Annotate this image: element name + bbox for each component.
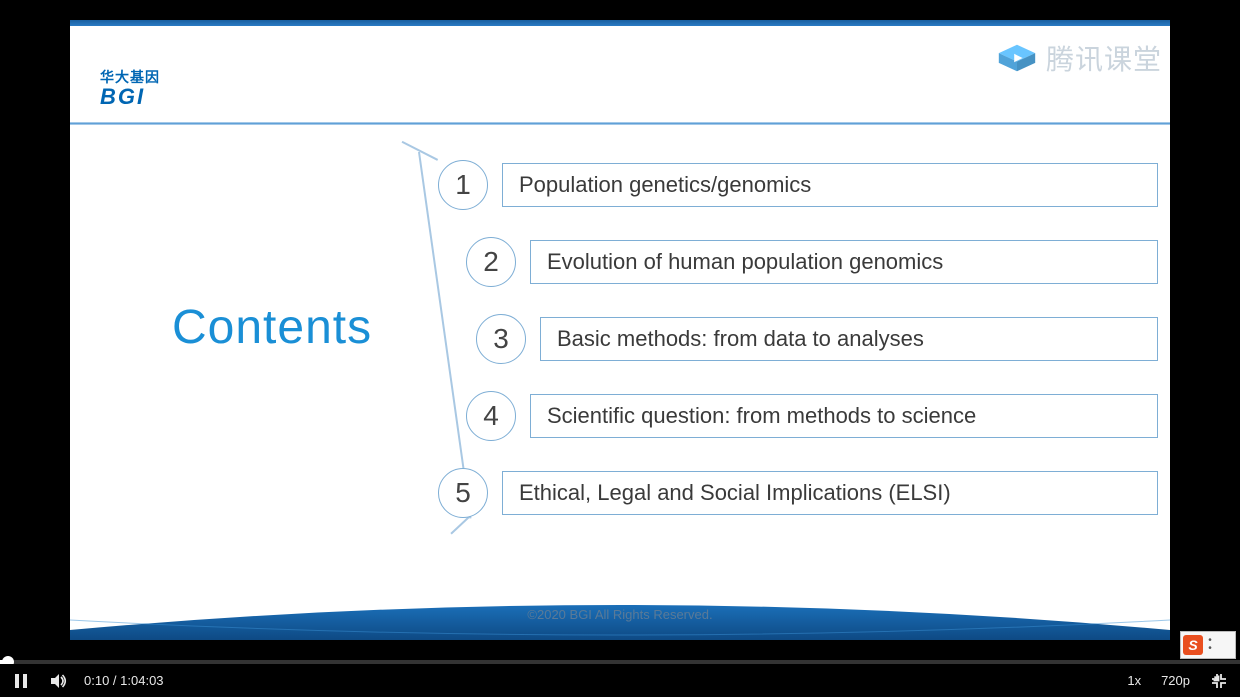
contents-item-number: 1 (438, 160, 488, 210)
video-viewport[interactable]: 华大基因 BGI 腾讯课堂 Contents 1 Population gene… (0, 0, 1240, 660)
contents-item: 5 Ethical, Legal and Social Implications… (438, 468, 1158, 518)
slide-header-divider (70, 122, 1170, 125)
slide-top-bar (70, 20, 1170, 26)
ime-badge-icon: S (1183, 635, 1203, 655)
contents-item-number: 4 (466, 391, 516, 441)
contents-item-number: 3 (476, 314, 526, 364)
time-separator: / (109, 673, 120, 688)
ime-dropdown-icon: •• (1205, 637, 1215, 653)
slide-title: Contents (172, 300, 372, 355)
fullscreen-toggle-button[interactable] (1206, 668, 1232, 694)
contents-item: 1 Population genetics/genomics (438, 160, 1158, 210)
contents-item-label: Population genetics/genomics (502, 163, 1158, 207)
contents-item-label: Evolution of human population genomics (530, 240, 1158, 284)
contents-list: 1 Population genetics/genomics 2 Evoluti… (438, 160, 1158, 545)
player-control-bar: 0:10 / 1:04:03 1x 720p (0, 664, 1240, 697)
contents-item-number: 5 (438, 468, 488, 518)
contents-item-label: Ethical, Legal and Social Implications (… (502, 471, 1158, 515)
contents-item-number: 2 (466, 237, 516, 287)
slide-copyright: ©2020 BGI All Rights Reserved. (527, 607, 712, 622)
contents-item: 2 Evolution of human population genomics (466, 237, 1158, 287)
watermark-text: 腾讯课堂 (1046, 38, 1162, 78)
contents-item: 4 Scientific question: from methods to s… (466, 391, 1158, 441)
resolution-button[interactable]: 720p (1157, 673, 1194, 688)
pause-button[interactable] (8, 668, 34, 694)
contents-item: 3 Basic methods: from data to analyses (476, 314, 1158, 364)
ime-indicator[interactable]: S •• (1180, 631, 1236, 659)
time-display: 0:10 / 1:04:03 (84, 673, 164, 688)
current-time: 0:10 (84, 673, 109, 688)
playback-speed-button[interactable]: 1x (1123, 673, 1145, 688)
volume-button[interactable] (46, 668, 72, 694)
total-time: 1:04:03 (120, 673, 163, 688)
contents-item-label: Basic methods: from data to analyses (540, 317, 1158, 361)
tencent-ketang-watermark: 腾讯课堂 (996, 38, 1162, 78)
bgi-logo-en: BGI (100, 85, 160, 109)
tencent-cube-icon (996, 43, 1038, 73)
bgi-logo: 华大基因 BGI (100, 70, 160, 110)
slide: 华大基因 BGI 腾讯课堂 Contents 1 Population gene… (70, 20, 1170, 640)
contents-item-label: Scientific question: from methods to sci… (530, 394, 1158, 438)
bgi-logo-cn: 华大基因 (100, 70, 160, 85)
